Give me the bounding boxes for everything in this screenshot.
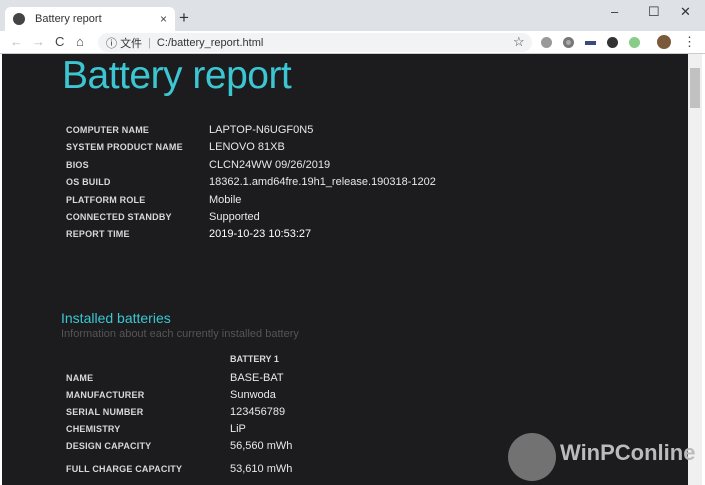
row-value: LENOVO 81XB bbox=[209, 140, 285, 153]
row-label: COMPUTER NAME bbox=[66, 124, 150, 135]
report-page: Battery report COMPUTER NAME LAPTOP-N6UGF… bbox=[2, 54, 688, 485]
row-value: CLCN24WW 09/26/2019 bbox=[209, 158, 331, 171]
battery-row: NAME BASE-BAT bbox=[66, 369, 284, 386]
extension-icon[interactable] bbox=[563, 37, 574, 48]
row-label: REPORT TIME bbox=[66, 228, 130, 239]
row-label: CONNECTED STANDBY bbox=[66, 211, 172, 222]
avatar[interactable] bbox=[657, 35, 671, 49]
row-value: 2019-10-23 10:53:27 bbox=[209, 227, 312, 240]
row-label: DESIGN CAPACITY bbox=[66, 440, 152, 451]
extension-icon[interactable] bbox=[585, 41, 596, 45]
scrollbar-thumb[interactable] bbox=[690, 68, 700, 108]
window-close-button[interactable]: ✕ bbox=[680, 4, 691, 20]
section-heading: Installed batteries bbox=[61, 310, 171, 326]
row-label: NAME bbox=[66, 372, 94, 383]
windows-logo-watermark-icon bbox=[508, 433, 556, 481]
info-row: SYSTEM PRODUCT NAME LENOVO 81XB bbox=[66, 138, 285, 155]
bookmark-star-icon[interactable]: ☆ bbox=[513, 34, 525, 50]
back-button[interactable]: ← bbox=[10, 34, 23, 49]
watermark-text: WinPConline bbox=[560, 440, 696, 465]
info-row: CONNECTED STANDBY Supported bbox=[66, 208, 260, 225]
row-label: OS BUILD bbox=[66, 176, 111, 187]
row-value: BASE-BAT bbox=[230, 371, 284, 384]
row-label: SERIAL NUMBER bbox=[66, 406, 144, 417]
row-value: 123456789 bbox=[230, 405, 286, 418]
row-label: BIOS bbox=[66, 159, 89, 170]
row-value: LAPTOP-N6UGF0N5 bbox=[209, 123, 314, 136]
file-label: 文件 bbox=[120, 37, 143, 50]
row-value: Sunwoda bbox=[230, 388, 276, 401]
browser-toolbar: ← → C ⌂ ⓘ 文件 | C:/battery_report.html ☆ … bbox=[0, 31, 705, 54]
battery-row: CHEMISTRY LiP bbox=[66, 420, 246, 437]
info-row: COMPUTER NAME LAPTOP-N6UGF0N5 bbox=[66, 121, 313, 138]
extension-icon[interactable] bbox=[629, 37, 640, 48]
section-subtitle: Information about each currently install… bbox=[61, 328, 299, 340]
row-label: FULL CHARGE CAPACITY bbox=[66, 463, 183, 474]
battery-row: DESIGN CAPACITY 56,560 mWh bbox=[66, 437, 292, 454]
row-value: LiP bbox=[230, 422, 246, 435]
row-value: 53,610 mWh bbox=[230, 462, 293, 475]
battery-row: SERIAL NUMBER 123456789 bbox=[66, 403, 285, 420]
battery-row: FULL CHARGE CAPACITY 53,610 mWh bbox=[66, 460, 292, 477]
close-tab-icon[interactable]: × bbox=[160, 12, 167, 26]
home-button[interactable]: ⌂ bbox=[76, 34, 84, 49]
address-bar[interactable]: ⓘ 文件 | C:/battery_report.html bbox=[98, 33, 532, 52]
new-tab-button[interactable]: + bbox=[179, 8, 189, 28]
battery-column-header: BATTERY 1 bbox=[230, 354, 279, 364]
row-label: MANUFACTURER bbox=[66, 389, 145, 400]
info-row: OS BUILD 18362.1.amd64fre.19h1_release.19… bbox=[66, 173, 436, 190]
info-row: BIOS CLCN24WW 09/26/2019 bbox=[66, 156, 330, 173]
title-bar: Battery report × + – ☐ ✕ bbox=[0, 0, 705, 31]
tab-battery-report[interactable]: Battery report × bbox=[5, 7, 175, 31]
row-label: CHEMISTRY bbox=[66, 423, 121, 434]
row-value: Supported bbox=[209, 210, 260, 223]
info-row: PLATFORM ROLE Mobile bbox=[66, 191, 241, 208]
url-text[interactable]: C:/battery_report.html bbox=[157, 37, 263, 49]
minimize-button[interactable]: – bbox=[611, 4, 618, 19]
row-label: SYSTEM PRODUCT NAME bbox=[66, 141, 183, 152]
battery-row: MANUFACTURER Sunwoda bbox=[66, 386, 276, 403]
info-row: REPORT TIME 2019-10-23 10:53:27 bbox=[66, 225, 311, 242]
page-title: Battery report bbox=[62, 54, 292, 97]
extension-icon[interactable] bbox=[541, 37, 552, 48]
forward-button[interactable]: → bbox=[32, 34, 45, 49]
reload-button[interactable]: C bbox=[55, 34, 64, 49]
row-label: PLATFORM ROLE bbox=[66, 194, 146, 205]
row-value: 56,560 mWh bbox=[230, 439, 293, 452]
menu-icon[interactable]: ⋮ bbox=[683, 34, 696, 50]
vertical-scrollbar[interactable] bbox=[688, 54, 702, 485]
globe-icon bbox=[13, 13, 25, 25]
extension-icon[interactable] bbox=[607, 37, 618, 48]
watermark: WinPConline bbox=[560, 440, 695, 466]
tab-title: Battery report bbox=[35, 13, 102, 25]
info-icon[interactable]: ⓘ bbox=[106, 35, 117, 51]
row-value: 18362.1.amd64fre.19h1_release.190318-120… bbox=[209, 175, 436, 188]
row-value: Mobile bbox=[209, 193, 242, 206]
maximize-button[interactable]: ☐ bbox=[648, 4, 660, 20]
